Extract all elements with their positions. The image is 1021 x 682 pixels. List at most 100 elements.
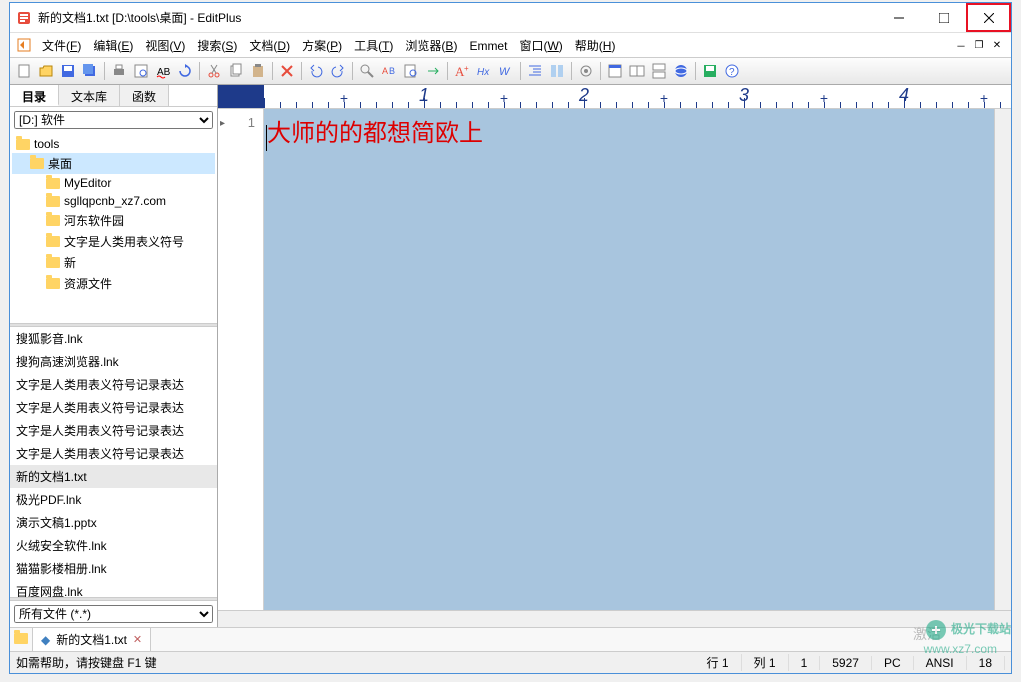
file-item[interactable]: 文字是人类用表义符号记录表达	[10, 373, 217, 396]
folder-icon[interactable]	[14, 633, 28, 647]
window1-button[interactable]	[605, 61, 625, 81]
refresh-button[interactable]	[175, 61, 195, 81]
tree-item[interactable]: tools	[12, 135, 215, 153]
splitter[interactable]	[10, 597, 217, 601]
editor-content: ▸ 1 大师的的都想简欧上	[218, 109, 1011, 610]
toolbar: AB AB A+ Hx W ?	[10, 57, 1011, 85]
cut-button[interactable]	[204, 61, 224, 81]
menu-item[interactable]: 窗口(W)	[513, 37, 568, 55]
tree-item[interactable]: 文字是人类用表义符号	[12, 231, 215, 252]
menu-item[interactable]: 方案(P)	[296, 37, 348, 55]
font-increase-button[interactable]: A+	[452, 61, 472, 81]
file-item[interactable]: 猫猫影楼相册.lnk	[10, 557, 217, 580]
app-menu-icon[interactable]	[16, 37, 32, 53]
file-item[interactable]: 搜狗高速浏览器.lnk	[10, 350, 217, 373]
print-button[interactable]	[109, 61, 129, 81]
menu-item[interactable]: 搜索(S)	[191, 37, 243, 55]
copy-button[interactable]	[226, 61, 246, 81]
hex-button[interactable]: Hx	[474, 61, 494, 81]
separator	[447, 62, 448, 80]
column-button[interactable]	[547, 61, 567, 81]
tree-item[interactable]: MyEditor	[12, 174, 215, 192]
window2-button[interactable]	[627, 61, 647, 81]
undo-button[interactable]	[306, 61, 326, 81]
menubar: 文件(F)编辑(E)视图(V)搜索(S)文档(D)方案(P)工具(T)浏览器(B…	[10, 33, 1011, 57]
svg-text:?: ?	[729, 67, 735, 78]
file-item[interactable]: 文字是人类用表义符号记录表达	[10, 442, 217, 465]
vertical-scrollbar[interactable]	[994, 109, 1011, 610]
spellcheck-button[interactable]: AB	[153, 61, 173, 81]
window-title: 新的文档1.txt [D:\tools\桌面] - EditPlus	[38, 9, 876, 26]
find-in-files-button[interactable]	[401, 61, 421, 81]
tab-directory[interactable]: 目录	[10, 85, 59, 106]
save-all-button[interactable]	[80, 61, 100, 81]
file-item[interactable]: 新的文档1.txt	[10, 465, 217, 488]
line-gutter: ▸ 1	[218, 109, 264, 610]
menu-item[interactable]: 编辑(E)	[87, 37, 139, 55]
menu-item[interactable]: 浏览器(B)	[399, 37, 463, 55]
file-filter[interactable]: 所有文件 (*.*)	[14, 605, 213, 623]
file-item[interactable]: 搜狐影音.lnk	[10, 327, 217, 350]
line-number: 1	[248, 115, 255, 130]
wordwrap-button[interactable]: W	[496, 61, 516, 81]
file-item[interactable]: 百度网盘.lnk	[10, 580, 217, 597]
menu-item[interactable]: 视图(V)	[139, 37, 191, 55]
horizontal-scrollbar[interactable]	[218, 610, 1011, 627]
browser-button[interactable]	[671, 61, 691, 81]
drive-dropdown[interactable]: [D:] 软件	[14, 111, 213, 129]
separator	[352, 62, 353, 80]
file-item[interactable]: 演示文稿1.pptx	[10, 511, 217, 534]
maximize-button[interactable]	[921, 3, 966, 32]
tab-textlib[interactable]: 文本库	[59, 85, 120, 106]
status-column: 列 1	[742, 654, 789, 671]
drive-selector[interactable]: [D:] 软件	[14, 111, 213, 129]
menu-item[interactable]: 文档(D)	[243, 37, 296, 55]
filter-dropdown[interactable]: 所有文件 (*.*)	[14, 605, 213, 623]
document-tab[interactable]: ◆ 新的文档1.txt ✕	[32, 627, 151, 652]
delete-button[interactable]	[277, 61, 297, 81]
file-item[interactable]: 文字是人类用表义符号记录表达	[10, 419, 217, 442]
file-list[interactable]: 搜狐影音.lnk搜狗高速浏览器.lnk文字是人类用表义符号记录表达文字是人类用表…	[10, 327, 217, 597]
help-button[interactable]: ?	[722, 61, 742, 81]
open-button[interactable]	[36, 61, 56, 81]
tree-item[interactable]: 新	[12, 252, 215, 273]
new-file-button[interactable]	[14, 61, 34, 81]
status-help: 如需帮助，请按键盘 F1 键	[16, 654, 157, 671]
text-editor[interactable]: 大师的的都想简欧上	[264, 109, 994, 610]
svg-text:A: A	[382, 66, 388, 76]
file-item[interactable]: 火绒安全软件.lnk	[10, 534, 217, 557]
mdi-restore-button[interactable]: ❐	[971, 38, 987, 52]
paste-button[interactable]	[248, 61, 268, 81]
close-button[interactable]	[966, 3, 1011, 32]
mdi-close-button[interactable]: ✕	[989, 38, 1005, 52]
find-button[interactable]	[357, 61, 377, 81]
goto-button[interactable]	[423, 61, 443, 81]
file-item[interactable]: 文字是人类用表义符号记录表达	[10, 396, 217, 419]
minimize-button[interactable]	[876, 3, 921, 32]
file-item[interactable]: 极光PDF.lnk	[10, 488, 217, 511]
settings-button[interactable]	[576, 61, 596, 81]
separator	[600, 62, 601, 80]
tree-item[interactable]: 河东软件园	[12, 210, 215, 231]
window3-button[interactable]	[649, 61, 669, 81]
tree-item[interactable]: 资源文件	[12, 273, 215, 294]
redo-button[interactable]	[328, 61, 348, 81]
mdi-minimize-button[interactable]: －	[953, 38, 969, 52]
mdi-controls: － ❐ ✕	[953, 38, 1005, 52]
tree-item[interactable]: sgllqpcnb_xz7.com	[12, 192, 215, 210]
tab-close-button[interactable]: ✕	[133, 633, 142, 646]
folder-tree[interactable]: tools桌面MyEditorsgllqpcnb_xz7.com河东软件园文字是…	[10, 133, 217, 323]
separator	[272, 62, 273, 80]
indent-button[interactable]	[525, 61, 545, 81]
save-button[interactable]	[58, 61, 78, 81]
save-project-button[interactable]	[700, 61, 720, 81]
replace-button[interactable]: AB	[379, 61, 399, 81]
tree-item[interactable]: 桌面	[12, 153, 215, 174]
editor-text: 大师的的都想简欧上	[267, 121, 483, 147]
print-preview-button[interactable]	[131, 61, 151, 81]
menu-item[interactable]: Emmet	[463, 37, 513, 55]
menu-item[interactable]: 帮助(H)	[569, 37, 622, 55]
tab-functions[interactable]: 函数	[120, 85, 169, 106]
menu-item[interactable]: 工具(T)	[348, 37, 399, 55]
menu-item[interactable]: 文件(F)	[36, 37, 87, 55]
